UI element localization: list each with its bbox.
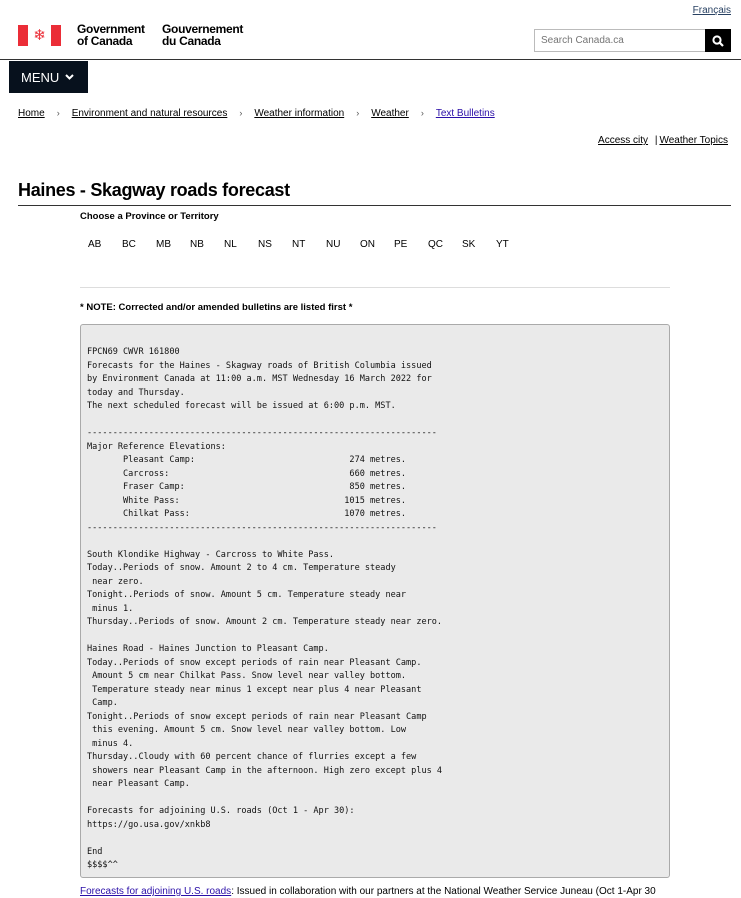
province-link-bc[interactable]: BC xyxy=(122,239,156,250)
chevron-down-icon xyxy=(65,74,74,80)
province-list: AB BC MB NB NL NS NT NU ON PE QC SK YT xyxy=(88,239,530,250)
bulletin-text: FPCN69 CWVR 161800 Forecasts for the Hai… xyxy=(80,324,670,878)
breadcrumb-environment[interactable]: Environment and natural resources xyxy=(72,108,228,119)
menu-button[interactable]: MENU xyxy=(9,61,88,93)
breadcrumb-separator: › xyxy=(56,108,60,118)
access-city-link[interactable]: Access city xyxy=(598,135,648,146)
breadcrumb: Home › Environment and natural resources ›… xyxy=(18,108,495,119)
province-link-nl[interactable]: NL xyxy=(224,239,258,250)
footer-note: Forecasts for adjoining U.S. roads: Issu… xyxy=(80,886,656,897)
province-link-on[interactable]: ON xyxy=(360,239,394,250)
title-divider xyxy=(18,205,731,206)
search-button[interactable] xyxy=(705,29,731,52)
us-roads-link[interactable]: Forecasts for adjoining U.S. roads xyxy=(80,886,231,897)
breadcrumb-weather[interactable]: Weather xyxy=(371,108,409,119)
breadcrumb-weather-information[interactable]: Weather information xyxy=(254,108,344,119)
language-toggle-link[interactable]: Français xyxy=(693,5,731,16)
top-links: Access city | Weather Topics xyxy=(598,135,728,146)
breadcrumb-home[interactable]: Home xyxy=(18,108,45,119)
province-link-sk[interactable]: SK xyxy=(462,239,496,250)
wordmark-line: du Canada xyxy=(162,34,221,48)
footer-text: : Issued in collaboration with our partn… xyxy=(231,886,656,897)
menu-label: MENU xyxy=(21,69,60,85)
header-divider xyxy=(0,59,741,60)
bulletin-note: * NOTE: Corrected and/or amended bulleti… xyxy=(80,302,353,313)
wordmark-line: of Canada xyxy=(77,34,133,48)
province-link-yt[interactable]: YT xyxy=(496,239,530,250)
breadcrumb-separator: › xyxy=(239,108,243,118)
province-link-ab[interactable]: AB xyxy=(88,239,122,250)
breadcrumb-text-bulletins[interactable]: Text Bulletins xyxy=(436,108,495,119)
page-title: Haines - Skagway roads forecast xyxy=(18,180,290,200)
breadcrumb-separator: › xyxy=(420,108,424,118)
search-input[interactable] xyxy=(534,29,706,52)
search-icon xyxy=(712,34,724,47)
province-link-pe[interactable]: PE xyxy=(394,239,428,250)
gov-fr-wordmark: Gouvernement du Canada xyxy=(162,23,243,47)
province-link-nb[interactable]: NB xyxy=(190,239,224,250)
province-link-nt[interactable]: NT xyxy=(292,239,326,250)
canada-flag-logo: ❄ xyxy=(18,25,61,46)
weather-topics-link[interactable]: Weather Topics xyxy=(659,135,728,146)
section-divider xyxy=(80,287,670,288)
province-link-mb[interactable]: MB xyxy=(156,239,190,250)
link-separator: | xyxy=(654,135,658,146)
province-link-qc[interactable]: QC xyxy=(428,239,462,250)
province-heading: Choose a Province or Territory xyxy=(80,211,219,222)
province-link-ns[interactable]: NS xyxy=(258,239,292,250)
province-link-nu[interactable]: NU xyxy=(326,239,360,250)
gov-en-wordmark: Government of Canada xyxy=(77,23,145,47)
breadcrumb-separator: › xyxy=(356,108,360,118)
